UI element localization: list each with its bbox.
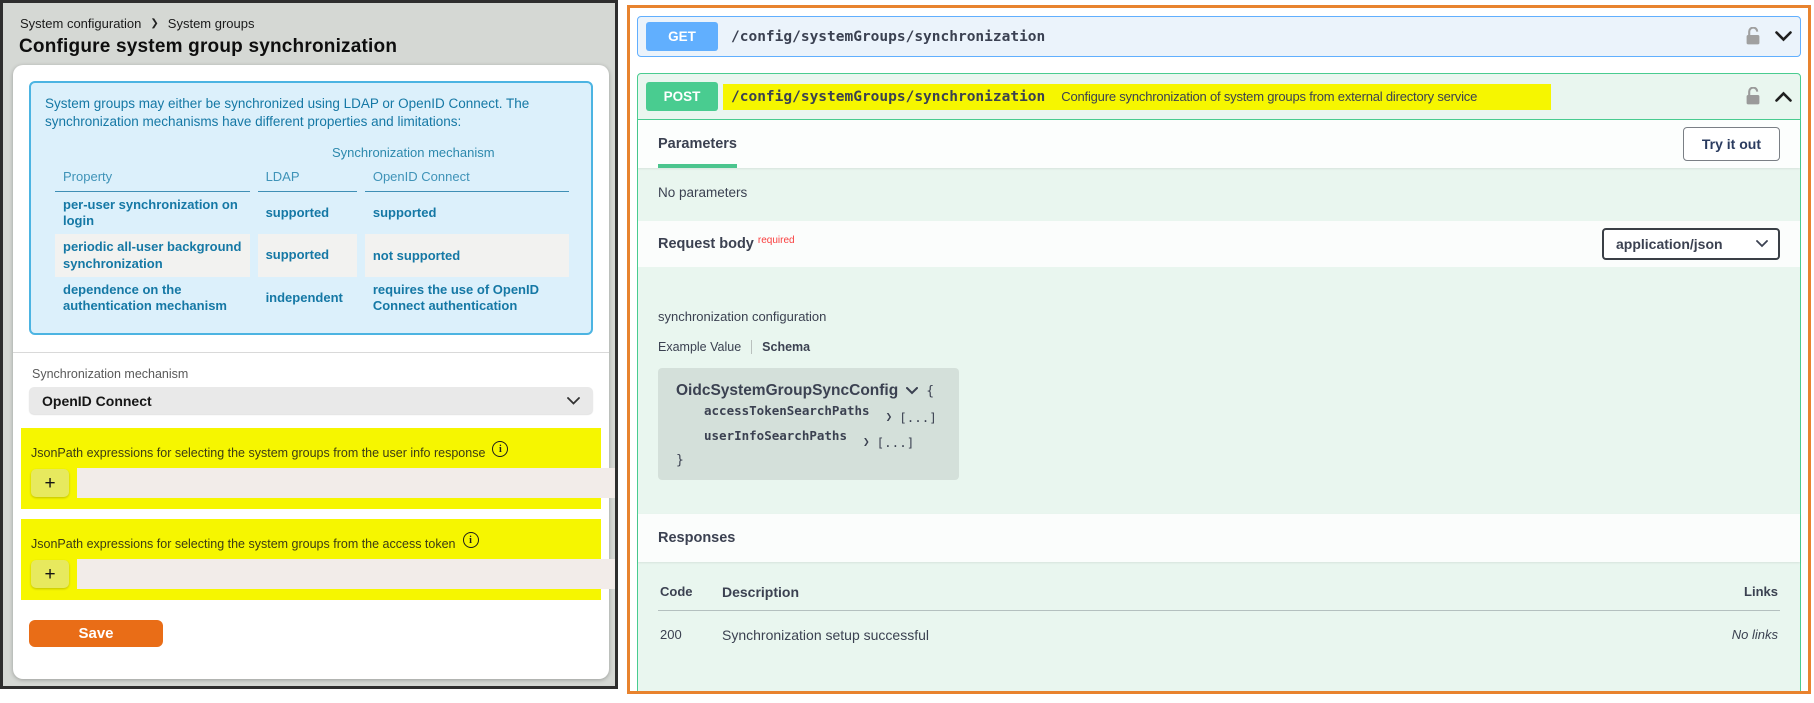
model-title-row[interactable]: OidcSystemGroupSyncConfig { (676, 382, 937, 400)
breadcrumb: System configuration ❯ System groups (3, 3, 615, 31)
responses-section-header: Responses (638, 514, 1800, 562)
response-row: 200 Synchronization setup successful No … (658, 611, 1780, 649)
swagger-api-panel: GET /config/systemGroups/synchronization… (627, 5, 1811, 694)
column-header-property: Property (55, 164, 250, 192)
mechanism-select[interactable]: OpenID Connect (29, 387, 593, 415)
highlighted-endpoint-info: /config/systemGroups/synchronization Con… (723, 83, 1551, 110)
content-type-select[interactable]: application/json (1602, 228, 1780, 260)
response-description: Synchronization setup successful (722, 627, 929, 643)
get-endpoint-summary[interactable]: GET /config/systemGroups/synchronization (638, 17, 1800, 56)
property-value: [...] (876, 435, 915, 450)
open-brace: { (926, 383, 935, 399)
empty-expression-list (77, 468, 615, 499)
property-value: [...] (899, 410, 937, 425)
row-openid-value: requires the use of OpenID Connect authe… (372, 281, 539, 314)
expand-property-toggle[interactable]: ❯ [...] (863, 435, 914, 450)
property-name: accessTokenSearchPaths (704, 403, 870, 418)
info-box-text: System groups may either be synchronized… (45, 96, 530, 129)
responses-table-header: Code Description Links (658, 578, 1780, 611)
row-property: periodic all-user background synchroniza… (55, 234, 250, 277)
breadcrumb-chevron-icon: ❯ (150, 18, 159, 29)
property-name: userInfoSearchPaths (704, 428, 847, 443)
model-property: userInfoSearchPaths ❯ [...] (704, 428, 937, 450)
request-body-label: Request body (658, 236, 754, 252)
breadcrumb-system-groups[interactable]: System groups (168, 16, 255, 31)
jsonpath-accesstoken-section: JsonPath expressions for selecting the s… (21, 519, 615, 601)
save-button[interactable]: Save (29, 620, 163, 648)
row-property: per-user synchronization on login (63, 196, 238, 229)
column-header-description: Description (722, 584, 800, 600)
add-userinfo-expression-button[interactable]: + (31, 469, 69, 498)
configuration-card: System groups may either be synchronized… (13, 65, 615, 679)
toggle-arrow-icon: ❯ (863, 435, 870, 448)
chevron-down-icon (1756, 240, 1768, 248)
chevron-up-icon (1775, 91, 1792, 102)
no-parameters-text: No parameters (658, 185, 748, 200)
jsonpath-userinfo-section: JsonPath expressions for selecting the s… (21, 428, 615, 510)
post-endpoint-block: POST /config/systemGroups/synchronizatio… (637, 73, 1801, 691)
row-ldap-value: supported (257, 234, 357, 277)
table-row: dependence on the authentication mechani… (55, 277, 569, 320)
page-title: Configure system group synchronization (19, 36, 398, 57)
toggle-arrow-icon: ❯ (885, 410, 893, 423)
info-icon[interactable]: i (492, 441, 509, 458)
unlock-icon[interactable] (1745, 87, 1761, 106)
tab-parameters[interactable]: Parameters (658, 120, 737, 168)
tab-separator (751, 340, 753, 354)
mechanism-select-value: OpenID Connect (42, 392, 152, 409)
get-endpoint-path: /config/systemGroups/synchronization (731, 28, 1046, 45)
sync-mechanism-table: Synchronization mechanism Property LDAP … (47, 140, 577, 319)
add-accesstoken-expression-button[interactable]: + (31, 560, 69, 589)
row-property: dependence on the authentication mechani… (63, 281, 227, 314)
model-tabs: Example Value Schema (658, 340, 1780, 354)
unlock-icon[interactable] (1745, 27, 1761, 46)
post-endpoint-summary-text: Configure synchronization of system grou… (1061, 89, 1478, 104)
table-row: per-user synchronization on login suppor… (55, 192, 569, 235)
response-code: 200 (660, 627, 682, 642)
column-header-links: Links (1744, 584, 1778, 599)
required-badge: required (757, 234, 795, 246)
model-property: accessTokenSearchPaths ❯ [...] (704, 403, 937, 425)
expand-property-toggle[interactable]: ❯ [...] (886, 410, 937, 425)
tab-example-value[interactable]: Example Value (658, 340, 741, 354)
jsonpath-userinfo-label: JsonPath expressions for selecting the s… (31, 446, 486, 461)
post-endpoint-summary[interactable]: POST /config/systemGroups/synchronizatio… (638, 74, 1800, 120)
try-it-out-button[interactable]: Try it out (1682, 127, 1780, 161)
column-header-openid: OpenID Connect (364, 164, 569, 192)
chevron-down-icon (906, 387, 919, 395)
info-icon[interactable]: i (462, 532, 479, 549)
row-ldap-value: independent (265, 289, 343, 305)
chevron-down-icon (567, 396, 580, 405)
row-openid-value: not supported (364, 234, 569, 277)
parameters-section-header: Parameters Try it out (638, 120, 1800, 168)
row-openid-value: supported (372, 205, 437, 220)
model-name: OidcSystemGroupSyncConfig (676, 382, 899, 399)
table-group-header: Synchronization mechanism (331, 145, 495, 161)
post-endpoint-path: /config/systemGroups/synchronization (731, 88, 1046, 105)
request-body-content: synchronization configuration Example Va… (638, 267, 1800, 500)
get-endpoint-block: GET /config/systemGroups/synchronization (637, 16, 1801, 57)
content-type-value: application/json (1616, 236, 1723, 252)
row-ldap-value: supported (265, 204, 330, 220)
chevron-down-icon (1775, 31, 1792, 42)
mechanism-select-label: Synchronization mechanism (32, 367, 189, 382)
response-links: No links (1731, 627, 1778, 642)
responses-table: Code Description Links 200 Synchronizati… (638, 562, 1800, 691)
post-method-badge: POST (646, 82, 718, 111)
close-brace: } (676, 453, 684, 468)
schema-model-box: OidcSystemGroupSyncConfig { accessTokenS… (658, 368, 959, 480)
empty-expression-list (77, 559, 615, 590)
jsonpath-accesstoken-label: JsonPath expressions for selecting the s… (31, 537, 456, 552)
breadcrumb-system-configuration[interactable]: System configuration (20, 16, 141, 31)
column-header-ldap: LDAP (257, 164, 357, 192)
table-row: periodic all-user background synchroniza… (55, 234, 569, 277)
body-description: synchronization configuration (658, 309, 827, 324)
sync-mechanism-info-box: System groups may either be synchronized… (29, 81, 593, 336)
get-method-badge: GET (646, 22, 718, 51)
tab-schema[interactable]: Schema (762, 340, 810, 354)
system-config-panel: System configuration ❯ System groups Con… (0, 0, 618, 689)
column-header-code: Code (660, 584, 693, 599)
divider (13, 352, 609, 354)
request-body-section-header: Request body required application/json (638, 221, 1800, 267)
